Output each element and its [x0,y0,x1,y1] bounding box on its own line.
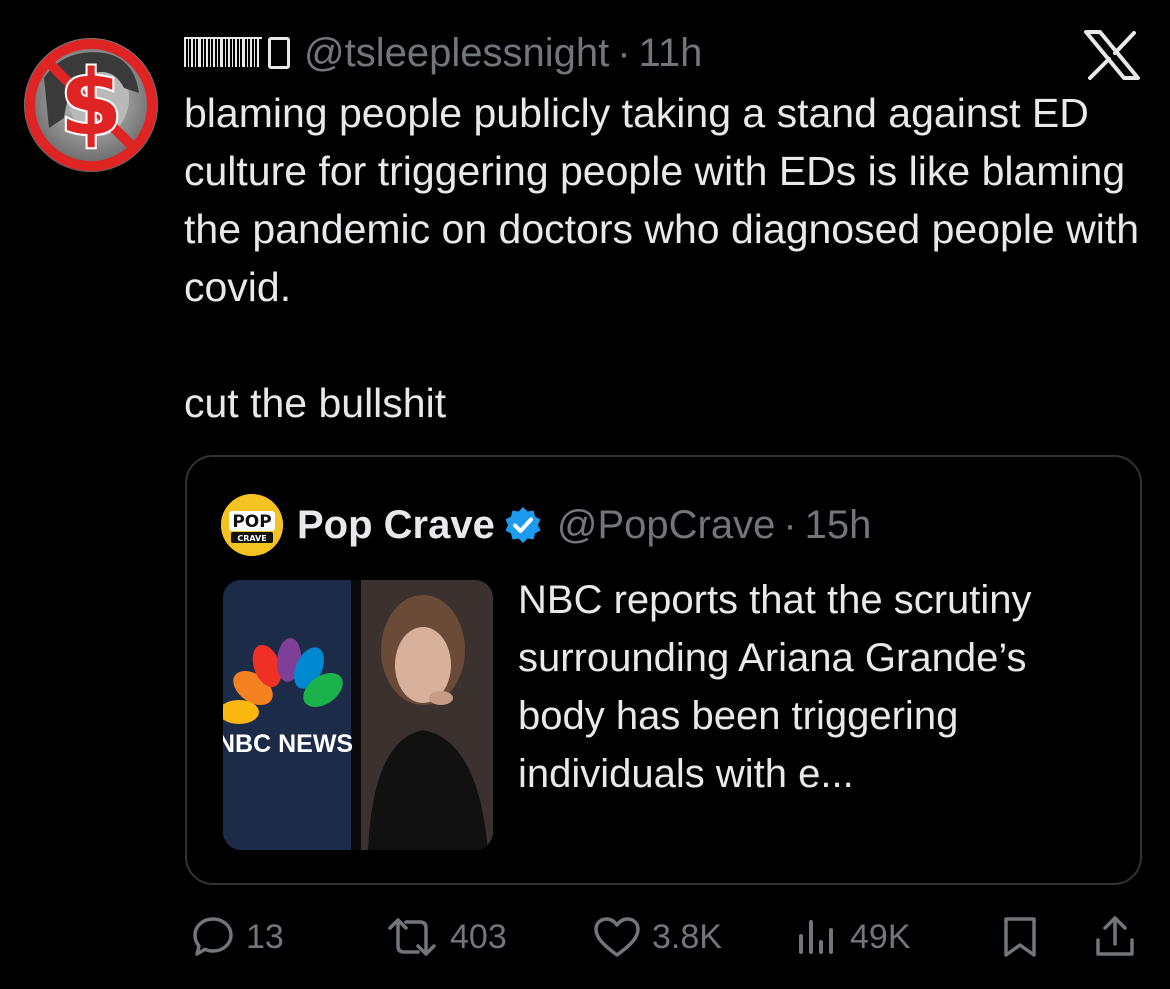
views-chart-icon [799,920,833,954]
quoted-header-separator: · [783,502,797,547]
pop-crave-logo-bottom: CRAVE [237,534,266,543]
pop-crave-logo-top: POP [232,512,271,532]
x-logo-icon [1084,30,1140,80]
tweet-timestamp[interactable]: 11h [639,31,703,76]
tweet[interactable]: $ @tsleeplessnight · 11h blaming people … [0,0,1170,989]
views-count: 49K [850,917,911,956]
tweet-action-bar: 13 403 3.8K 49K [0,905,1170,969]
media-label: NBC NEWS [223,730,353,758]
repost-icon [388,918,436,956]
quoted-tweet-text: NBC reports that the scrutiny surroundin… [518,578,1032,796]
like-button[interactable]: 3.8K [592,913,722,961]
quoted-author-name[interactable]: Pop Crave [297,503,495,548]
pop-crave-avatar[interactable]: POP CRAVE [221,494,283,556]
reply-button[interactable]: 13 [190,913,284,961]
author-handle[interactable]: @tsleeplessnight [304,31,609,76]
tweet-body: blaming people publicly taking a stand a… [184,84,1144,432]
quoted-tweet-timestamp[interactable]: 15h [805,503,872,548]
share-button[interactable] [1092,913,1138,961]
missing-glyph-icon [268,37,290,69]
quoted-tweet[interactable]: POP CRAVE Pop Crave @PopCrave · 15h NBC … [185,455,1142,885]
author-avatar[interactable]: $ [24,38,158,172]
quoted-tweet-header: POP CRAVE Pop Crave @PopCrave · 15h [221,494,872,556]
display-name-barcode-icon [184,37,262,67]
bookmark-icon [1004,917,1036,957]
quoted-tweet-media[interactable]: NBC NEWS [223,580,493,850]
share-icon [1096,916,1134,956]
repost-count: 403 [450,917,507,956]
svg-text:$: $ [60,51,123,156]
heart-icon [594,917,640,957]
pop-crave-logo-icon: POP CRAVE [221,494,283,556]
tweet-body-paragraph: cut the bullshit [184,380,447,426]
views-button[interactable]: 49K [794,913,911,961]
avatar-image: $ [24,38,158,172]
reply-count: 13 [246,917,284,956]
header-separator: · [617,30,631,75]
bookmark-button[interactable] [1000,913,1040,961]
repost-button[interactable]: 403 [384,913,507,961]
tweet-header: @tsleeplessnight · 11h [184,26,702,80]
tweet-body-paragraph: blaming people publicly taking a stand a… [184,90,1140,310]
quoted-author-handle[interactable]: @PopCrave [557,503,775,548]
verified-badge-icon [505,507,541,543]
nbc-news-thumbnail: NBC NEWS [223,580,493,850]
reply-icon [193,917,233,956]
like-count: 3.8K [652,917,722,956]
